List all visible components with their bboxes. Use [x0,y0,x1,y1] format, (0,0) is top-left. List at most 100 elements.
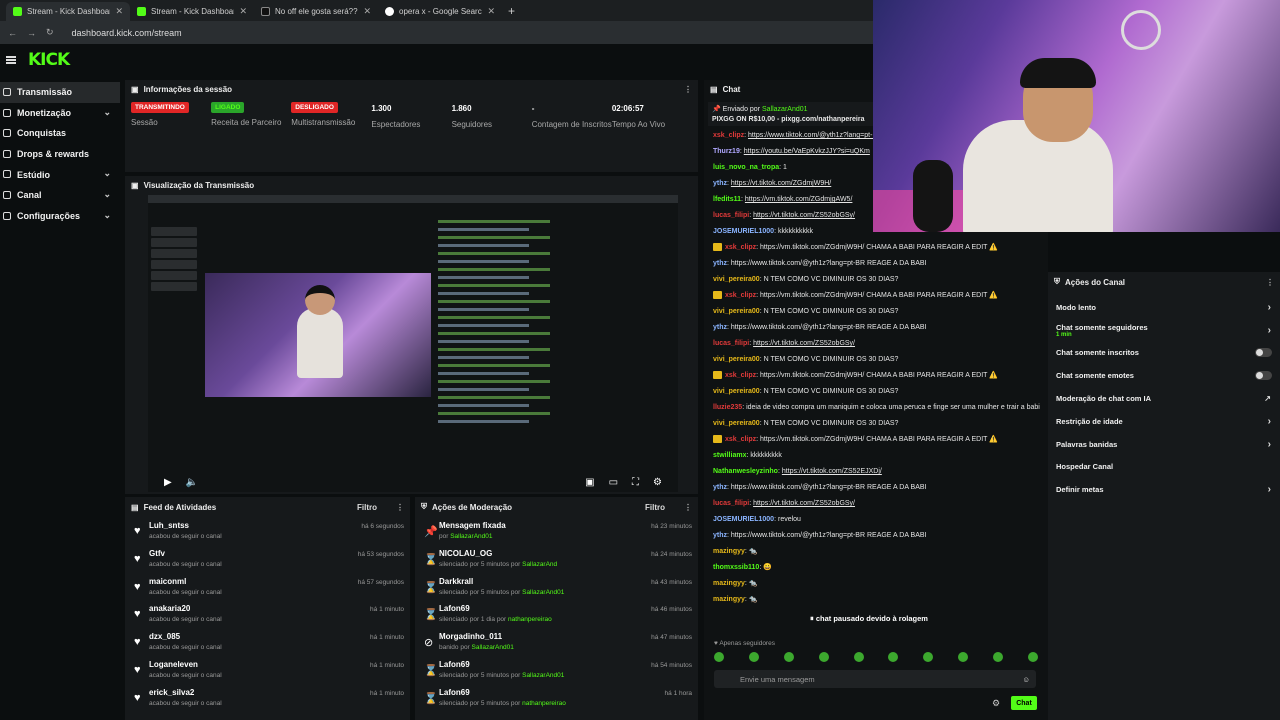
emote-icon[interactable] [888,652,899,662]
chat-message[interactable]: stwilliamx: kkkkkkkkk [704,448,1048,464]
chat-message[interactable]: thomxssib110: 😀 [704,560,1048,576]
emotes-only-option[interactable]: Chat somente emotes [1048,364,1280,387]
filter-button[interactable]: Filtro [357,503,377,512]
banned-words-option[interactable]: Palavras banidas › [1048,433,1280,456]
subscribers-only-toggle[interactable] [1255,348,1272,358]
more-options-icon[interactable]: ⋮ [1266,278,1274,287]
close-tab-icon[interactable]: ✕ [115,6,123,17]
fullscreen-icon[interactable]: ⛶ [632,477,639,488]
chat-text[interactable]: https://vt.tiktok.com/ZGdmjW9H/ [731,180,831,187]
pip-icon[interactable]: ▣ [585,477,594,488]
chat-message[interactable]: ythz: https://www.tiktok.com/@yth1z?lang… [704,320,1048,336]
chat-message[interactable]: lucas_filipi: https://vt.tiktok.com/ZS52… [704,336,1048,352]
age-restriction-option[interactable]: Restrição de idade › [1048,410,1280,433]
sidebar-item-transmissao[interactable]: Transmissão [0,82,120,103]
chat-username[interactable]: mazingyy [713,580,745,587]
new-tab-icon[interactable]: + [508,4,515,18]
chat-message[interactable]: mazingyy: 🐀 [704,592,1048,608]
gear-icon[interactable]: ⚙ [992,698,1000,709]
chat-message[interactable]: xsk_clipz: https://vm.tiktok.com/ZGdmjW9… [704,288,1048,304]
chat-message[interactable]: xsk_clipz: https://vm.tiktok.com/ZGdmjW9… [704,432,1048,448]
browser-tab[interactable]: Stream - Kick Dashboard ✕ [6,2,130,21]
ai-moderation-option[interactable]: Moderação de chat com IA ↗ [1048,387,1280,410]
chat-username[interactable]: Thurz19 [713,148,740,155]
chat-text[interactable]: https://vt.tiktok.com/ZS52obGSy/ [753,500,855,507]
sidebar-item-configuracoes[interactable]: Configurações ⌄ [0,206,120,227]
volume-icon[interactable]: 🔈 [186,477,198,488]
followers-only-option[interactable]: Chat somente seguidores 1 min › [1048,319,1280,342]
chat-username[interactable]: lucas_filipi [713,340,749,347]
chat-username[interactable]: lluzie235 [713,404,742,411]
chat-username[interactable]: vivi_pereira00 [713,356,760,363]
emote-icon[interactable] [714,652,724,662]
chat-username[interactable]: JOSEMURIEL1000 [713,228,774,235]
chat-username[interactable]: lfedits11 [713,196,741,203]
chat-message[interactable]: Nathanwesleyzinho: https://vt.tiktok.com… [704,464,1048,480]
chat-username[interactable]: vivi_pereira00 [713,308,760,315]
more-options-icon[interactable]: ⋮ [684,85,692,94]
emote-icon[interactable] [783,652,794,662]
slow-mode-option[interactable]: Modo lento › [1048,296,1280,319]
chat-text[interactable]: https://www.tiktok.com/@yth1z?lang=pt-BR [748,132,882,139]
sidebar-item-estudio[interactable]: Estúdio ⌄ [0,164,120,185]
chat-username[interactable]: lucas_filipi [713,500,749,507]
chat-text[interactable]: https://vt.tiktok.com/ZS52obGSy/ [753,340,855,347]
theater-icon[interactable]: ▭ [609,477,618,488]
chat-message[interactable]: vivi_pereira00: N TEM COMO VC DIMINUIR O… [704,416,1048,432]
filter-button[interactable]: Filtro [645,503,665,512]
sidebar-item-monetizacao[interactable]: Monetização ⌄ [0,103,120,124]
chat-text[interactable]: https://youtu.be/VaEpKvkzJJY?si=uQKm [744,148,870,155]
chat-paused-notice[interactable]: ⏸ chat pausado devido à rolagem [810,614,928,624]
browser-tab[interactable]: Stream - Kick Dashboard ✕ [130,2,254,21]
chat-message[interactable]: vivi_pereira00: N TEM COMO VC DIMINUIR O… [704,384,1048,400]
kick-logo[interactable]: KICK [28,50,70,70]
chat-message[interactable]: xsk_clipz: https://vm.tiktok.com/ZGdmjW9… [704,368,1048,384]
reload-icon[interactable]: ↻ [46,27,54,38]
chat-username[interactable]: mazingyy [713,596,745,603]
chat-username[interactable]: lucas_filipi [713,212,749,219]
url-field[interactable]: dashboard.kick.com/stream [72,28,182,38]
play-icon[interactable]: ▶ [164,477,172,488]
chat-username[interactable]: ythz [713,484,727,491]
host-channel-option[interactable]: Hospedar Canal [1048,456,1280,479]
chat-message[interactable]: lucas_filipi: https://vt.tiktok.com/ZS52… [704,496,1048,512]
close-tab-icon[interactable]: ✕ [487,6,495,17]
stream-preview-video[interactable]: ▶ 🔈 ▣ ▭ ⛶ ⚙ [148,195,678,492]
chat-username[interactable]: stwilliamx [713,452,746,459]
chat-username[interactable]: xsk_clipz [713,132,744,139]
chat-message[interactable]: ythz: https://www.tiktok.com/@yth1z?lang… [704,480,1048,496]
emote-icon[interactable] [923,652,934,662]
chat-username[interactable]: ythz [713,180,727,187]
chat-username[interactable]: ythz [713,532,727,539]
chat-text[interactable]: https://vm.tiktok.com/ZGdmjgAW5/ [745,196,853,203]
chat-username[interactable]: vivi_pereira00 [713,388,760,395]
browser-tab[interactable]: No off ele gosta será?? 😂😂 |✕ [254,2,378,21]
chat-username[interactable]: mazingyy [713,548,745,555]
emote-icon[interactable] [958,652,969,662]
chat-username[interactable]: vivi_pereira00 [713,276,760,283]
chat-username[interactable]: xsk_clipz [725,292,756,299]
chat-message[interactable]: vivi_pereira00: N TEM COMO VC DIMINUIR O… [704,352,1048,368]
chat-text[interactable]: https://vt.tiktok.com/ZS52obGSy/ [753,212,855,219]
close-tab-icon[interactable]: ✕ [363,6,371,17]
sidebar-item-conquistas[interactable]: Conquistas [0,123,120,144]
chat-username[interactable]: ythz [713,324,727,331]
set-goals-option[interactable]: Definir metas › [1048,478,1280,501]
emotes-only-toggle[interactable] [1255,371,1272,381]
chat-message[interactable]: mazingyy: 🐀 [704,576,1048,592]
browser-tab[interactable]: opera x - Google Search ✕ [378,2,502,21]
chat-message[interactable]: ythz: https://www.tiktok.com/@yth1z?lang… [704,528,1048,544]
chat-username[interactable]: thomxssib110 [713,564,759,571]
chat-message[interactable]: xsk_clipz: https://vm.tiktok.com/ZGdmjW9… [704,240,1048,256]
more-options-icon[interactable]: ⋮ [684,503,692,512]
chat-username[interactable]: JOSEMURIEL1000 [713,516,774,523]
menu-icon[interactable] [6,56,16,64]
chat-username[interactable]: ythz [713,260,727,267]
chat-message[interactable]: ythz: https://www.tiktok.com/@yth1z?lang… [704,256,1048,272]
chat-username[interactable]: vivi_pereira00 [713,420,760,427]
forward-icon[interactable]: → [27,28,36,38]
chat-username[interactable]: xsk_clipz [725,244,756,251]
sidebar-item-canal[interactable]: Canal ⌄ [0,185,120,206]
back-icon[interactable]: ← [8,28,17,38]
sidebar-item-drops[interactable]: Drops & rewards [0,144,120,165]
